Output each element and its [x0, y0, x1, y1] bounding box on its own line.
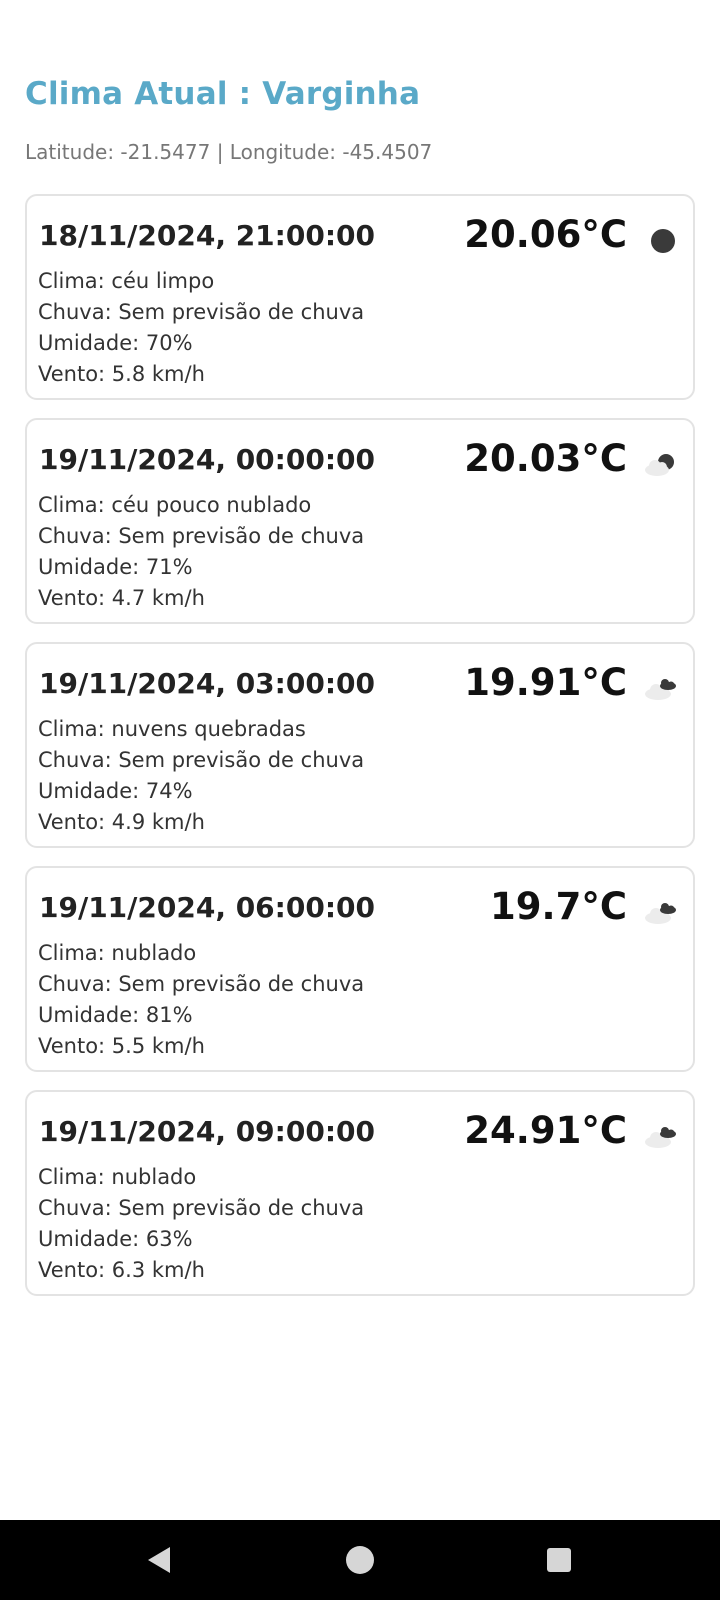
forecast-card: 19/11/2024, 03:00:00 19.91°C Clima: nuve… — [25, 642, 695, 848]
forecast-card: 19/11/2024, 09:00:00 24.91°C Clima: nubl… — [25, 1090, 695, 1296]
partly-cloudy-night-icon — [643, 450, 679, 480]
navigation-bar — [0, 1520, 720, 1600]
forecast-datetime: 19/11/2024, 09:00:00 — [39, 1115, 375, 1148]
forecast-temperature: 20.03°C — [464, 437, 627, 480]
triangle-back-icon[interactable] — [143, 1542, 179, 1578]
forecast-chuva: Chuva: Sem previsão de chuva — [38, 748, 365, 772]
forecast-card: 18/11/2024, 21:00:00 20.06°C Clima: céu … — [25, 194, 695, 400]
forecast-temperature: 20.06°C — [464, 213, 627, 256]
overcast-clouds-icon — [643, 1122, 679, 1152]
forecast-umidade: Umidade: 63% — [38, 1227, 193, 1251]
forecast-clima: Clima: céu limpo — [38, 269, 215, 293]
forecast-clima: Clima: nublado — [38, 1165, 197, 1189]
forecast-details: Clima: nublado Chuva: Sem previsão de ch… — [38, 1162, 364, 1286]
forecast-umidade: Umidade: 70% — [38, 331, 193, 355]
forecast-clima: Clima: nuvens quebradas — [38, 717, 306, 741]
forecast-vento: Vento: 5.8 km/h — [38, 362, 205, 386]
forecast-chuva: Chuva: Sem previsão de chuva — [38, 524, 365, 548]
forecast-details: Clima: nublado Chuva: Sem previsão de ch… — [38, 938, 364, 1062]
forecast-details: Clima: céu pouco nublado Chuva: Sem prev… — [38, 490, 364, 614]
coordinates-text: Latitude: -21.5477 | Longitude: -45.4507 — [25, 140, 433, 164]
forecast-card: 19/11/2024, 00:00:00 20.03°C Clima: céu … — [25, 418, 695, 624]
forecast-details: Clima: céu limpo Chuva: Sem previsão de … — [38, 266, 364, 390]
forecast-datetime: 19/11/2024, 03:00:00 — [39, 667, 375, 700]
forecast-clima: Clima: céu pouco nublado — [38, 493, 312, 517]
forecast-list: 18/11/2024, 21:00:00 20.06°C Clima: céu … — [25, 194, 695, 1314]
circle-home-icon[interactable] — [342, 1542, 378, 1578]
forecast-datetime: 19/11/2024, 00:00:00 — [39, 443, 375, 476]
forecast-temperature: 24.91°C — [464, 1109, 627, 1152]
forecast-datetime: 18/11/2024, 21:00:00 — [39, 219, 375, 252]
forecast-chuva: Chuva: Sem previsão de chuva — [38, 1196, 365, 1220]
forecast-chuva: Chuva: Sem previsão de chuva — [38, 972, 365, 996]
overcast-clouds-icon — [643, 898, 679, 928]
forecast-vento: Vento: 4.7 km/h — [38, 586, 205, 610]
forecast-details: Clima: nuvens quebradas Chuva: Sem previ… — [38, 714, 364, 838]
page-title: Clima Atual : Varginha — [25, 76, 421, 112]
forecast-clima: Clima: nublado — [38, 941, 197, 965]
forecast-umidade: Umidade: 74% — [38, 779, 193, 803]
forecast-datetime: 19/11/2024, 06:00:00 — [39, 891, 375, 924]
forecast-vento: Vento: 4.9 km/h — [38, 810, 205, 834]
forecast-card: 19/11/2024, 06:00:00 19.7°C Clima: nubla… — [25, 866, 695, 1072]
forecast-vento: Vento: 5.5 km/h — [38, 1034, 205, 1058]
forecast-chuva: Chuva: Sem previsão de chuva — [38, 300, 365, 324]
forecast-umidade: Umidade: 81% — [38, 1003, 193, 1027]
broken-clouds-icon — [643, 674, 679, 704]
square-recents-icon[interactable] — [541, 1542, 577, 1578]
forecast-temperature: 19.91°C — [464, 661, 627, 704]
forecast-umidade: Umidade: 71% — [38, 555, 193, 579]
forecast-vento: Vento: 6.3 km/h — [38, 1258, 205, 1282]
forecast-temperature: 19.7°C — [490, 885, 627, 928]
clear-night-moon-icon — [643, 226, 679, 256]
